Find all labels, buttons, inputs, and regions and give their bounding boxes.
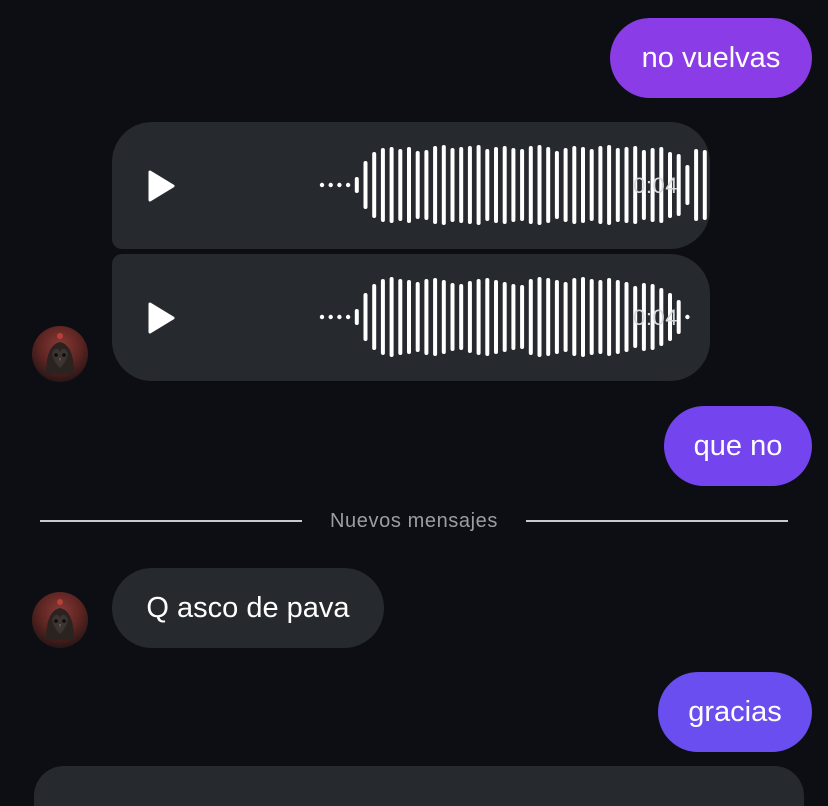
message-text: que no [693,429,783,462]
waveform-dot [319,314,325,320]
owl-avatar-image [32,326,88,382]
play-icon[interactable] [146,301,176,335]
waveform-dot [328,314,333,320]
avatar[interactable] [32,592,88,648]
outgoing-message-bubble[interactable]: gracias [658,672,812,752]
play-icon[interactable] [146,169,176,203]
message-text: Q asco de pava [146,591,350,624]
waveform-dot [328,182,333,188]
waveform-dot [319,182,325,188]
voice-duration: 0:04 [633,304,678,330]
outgoing-message-bubble[interactable]: que no [664,406,812,486]
waveform-dot [685,314,690,320]
voice-message-1[interactable]: 0:04 [112,122,710,249]
owl-avatar-image [32,592,88,648]
divider-line [526,520,788,522]
waveform-dot [345,314,351,320]
incoming-message-bubble[interactable]: Q asco de pava [112,568,384,648]
avatar[interactable] [32,326,88,382]
new-messages-divider: Nuevos mensajes [40,506,788,536]
message-composer[interactable] [34,766,804,806]
waveform-dot [337,314,342,320]
message-text: no vuelvas [641,41,781,74]
waveform-dot [337,182,342,188]
message-text: gracias [688,695,782,728]
outgoing-message-bubble[interactable]: no vuelvas [610,18,812,98]
voice-duration: 0:04 [633,172,678,198]
voice-message-2[interactable]: 0:04 [112,254,710,381]
waveform-dot [345,182,351,188]
